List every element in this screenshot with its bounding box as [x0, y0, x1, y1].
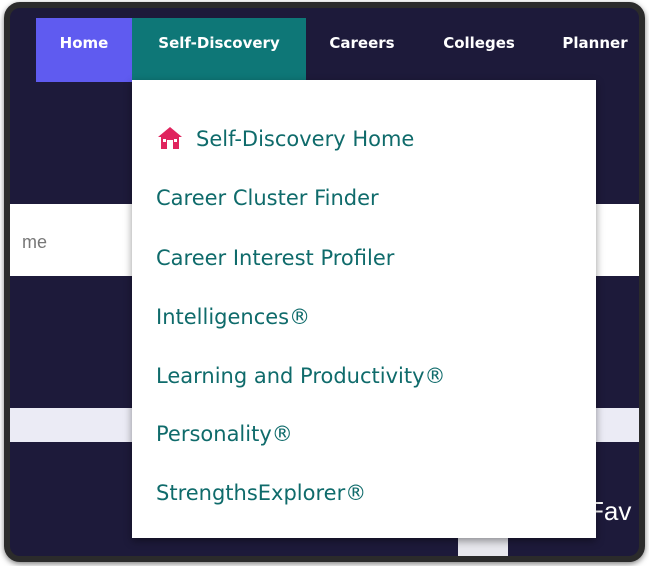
search-placeholder-text[interactable]: me [22, 232, 47, 253]
dropdown-item-intelligences[interactable]: Intelligences® [156, 302, 310, 332]
nav-planner[interactable]: Planner [546, 18, 639, 82]
dropdown-item-career-cluster-finder[interactable]: Career Cluster Finder [156, 183, 379, 213]
self-discovery-dropdown-menu: Self-Discovery Home Career Cluster Finde… [132, 80, 596, 538]
dropdown-item-self-discovery-home[interactable]: Self-Discovery Home [156, 124, 414, 154]
nav-colleges[interactable]: Colleges [424, 18, 534, 82]
dropdown-item-learning-productivity[interactable]: Learning and Productivity® [156, 361, 446, 391]
dropdown-item-label: Self-Discovery Home [196, 127, 415, 151]
dropdown-item-career-interest-profiler[interactable]: Career Interest Profiler [156, 243, 394, 273]
dropdown-item-personality[interactable]: Personality® [156, 419, 293, 449]
home-icon [156, 125, 184, 151]
nav-home[interactable]: Home [36, 18, 132, 82]
dropdown-item-strengths-explorer[interactable]: StrengthsExplorer® [156, 478, 366, 508]
top-navigation: Home Self-Discovery Careers Colleges Pla… [10, 18, 639, 82]
background-box [458, 536, 508, 556]
nav-careers[interactable]: Careers [314, 18, 410, 82]
app-frame: Home Self-Discovery Careers Colleges Pla… [4, 2, 645, 562]
nav-self-discovery[interactable]: Self-Discovery [132, 18, 306, 82]
